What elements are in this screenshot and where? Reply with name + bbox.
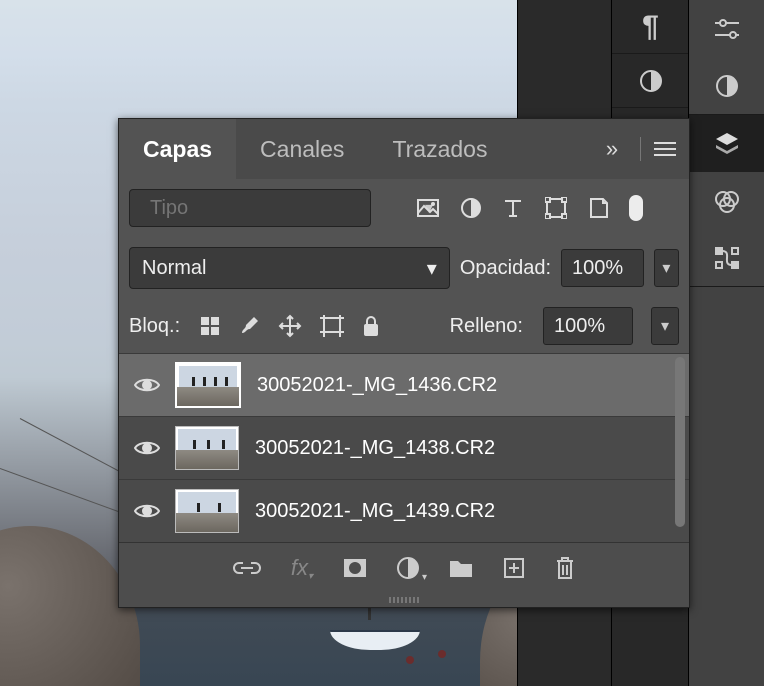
scrollbar[interactable] bbox=[675, 357, 685, 527]
chevron-down-icon: ▾ bbox=[427, 256, 437, 281]
divider bbox=[640, 137, 641, 161]
smartobj-icon[interactable] bbox=[589, 197, 609, 219]
tab-paths[interactable]: Trazados bbox=[368, 119, 511, 179]
tab-channels[interactable]: Canales bbox=[236, 119, 368, 179]
scenery-boat bbox=[330, 610, 420, 650]
visibility-icon[interactable] bbox=[119, 376, 175, 394]
visibility-icon[interactable] bbox=[119, 439, 175, 457]
blend-row: Normal ▾ Opacidad: 100% ▾ bbox=[119, 237, 689, 299]
contrast-icon[interactable] bbox=[689, 57, 764, 114]
layer-filter-input[interactable] bbox=[148, 196, 417, 221]
shape-icon[interactable] bbox=[545, 197, 567, 219]
collapse-panel-icon[interactable]: » bbox=[592, 131, 628, 167]
filter-icons bbox=[417, 197, 609, 219]
scenery-buoy bbox=[406, 656, 414, 664]
mask-icon[interactable] bbox=[343, 558, 367, 578]
group-icon[interactable] bbox=[449, 558, 473, 578]
lock-brush-icon[interactable] bbox=[238, 315, 260, 337]
new-layer-icon[interactable] bbox=[503, 557, 525, 579]
paths-icon[interactable] bbox=[689, 229, 764, 286]
lock-all-icon[interactable] bbox=[362, 315, 380, 337]
opacity-value[interactable]: 100% bbox=[561, 249, 644, 287]
opacity-label: Opacidad: bbox=[460, 257, 551, 280]
blend-mode-select[interactable]: Normal ▾ bbox=[129, 247, 450, 289]
tool-rail bbox=[688, 0, 764, 686]
paragraph-icon[interactable]: ¶ bbox=[612, 0, 689, 53]
layer-filter-kind[interactable]: ▾ bbox=[129, 189, 371, 227]
opacity-caret[interactable]: ▾ bbox=[654, 249, 679, 287]
contrast-icon[interactable] bbox=[612, 54, 689, 107]
blend-mode-value: Normal bbox=[142, 257, 206, 280]
filter-row: ▾ bbox=[119, 179, 689, 237]
layer-row[interactable]: 30052021-_MG_1438.CR2 bbox=[119, 416, 689, 479]
link-icon[interactable] bbox=[233, 560, 261, 576]
channels-icon[interactable] bbox=[689, 172, 764, 229]
type-icon[interactable] bbox=[503, 198, 523, 218]
fill-value[interactable]: 100% bbox=[543, 307, 633, 345]
fx-icon[interactable]: fx▾ bbox=[291, 555, 313, 581]
adjustments-icon[interactable] bbox=[689, 0, 764, 57]
resize-grip[interactable] bbox=[119, 593, 689, 607]
adj-layer-icon[interactable]: ▾ bbox=[397, 557, 419, 579]
panel-menu-icon[interactable] bbox=[647, 131, 683, 167]
scenery-buoy bbox=[438, 650, 446, 658]
fill-caret[interactable]: ▾ bbox=[651, 307, 679, 345]
image-icon[interactable] bbox=[417, 199, 439, 217]
layer-row[interactable]: 30052021-_MG_1439.CR2 bbox=[119, 479, 689, 542]
panel-tabs: Capas Canales Trazados » bbox=[119, 119, 689, 179]
layer-thumbnail[interactable] bbox=[175, 489, 239, 533]
layer-name[interactable]: 30052021-_MG_1439.CR2 bbox=[255, 500, 495, 523]
layer-name[interactable]: 30052021-_MG_1438.CR2 bbox=[255, 437, 495, 460]
fill-label: Relleno: bbox=[450, 315, 523, 338]
lock-label: Bloq.: bbox=[129, 315, 180, 338]
layer-thumbnail[interactable] bbox=[175, 426, 239, 470]
layers-icon[interactable] bbox=[689, 115, 764, 172]
layers-list: 30052021-_MG_1436.CR2 30052021-_MG_1438.… bbox=[119, 353, 689, 542]
panel-bottom-bar: fx▾ ▾ bbox=[119, 542, 689, 593]
filter-toggle[interactable] bbox=[629, 195, 643, 221]
tab-layers[interactable]: Capas bbox=[119, 119, 236, 179]
visibility-icon[interactable] bbox=[119, 502, 175, 520]
trash-icon[interactable] bbox=[555, 556, 575, 580]
lock-move-icon[interactable] bbox=[278, 314, 302, 338]
layer-thumbnail[interactable] bbox=[175, 362, 241, 408]
lock-artboard-icon[interactable] bbox=[320, 315, 344, 337]
layer-row[interactable]: 30052021-_MG_1436.CR2 bbox=[119, 353, 689, 416]
layers-panel: Capas Canales Trazados » ▾ bbox=[118, 118, 690, 608]
adjust-icon[interactable] bbox=[461, 198, 481, 218]
lock-pixels-icon[interactable] bbox=[200, 316, 220, 336]
layer-name[interactable]: 30052021-_MG_1436.CR2 bbox=[257, 374, 497, 397]
lock-row: Bloq.: bbox=[119, 299, 689, 353]
